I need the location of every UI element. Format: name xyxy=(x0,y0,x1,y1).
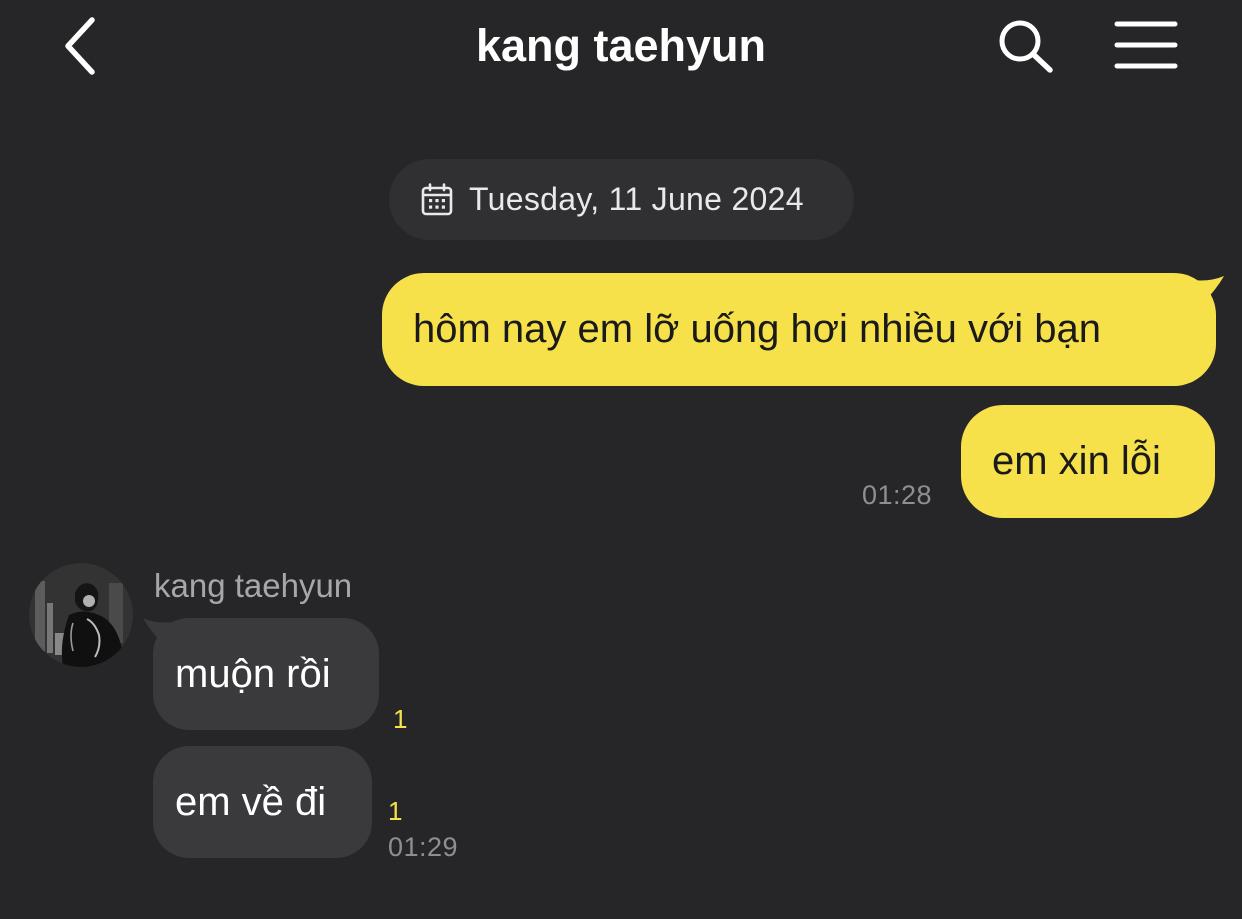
message-timestamp: 01:29 xyxy=(388,832,459,862)
outgoing-message[interactable]: em xin lỗi xyxy=(961,405,1215,518)
message-timestamp: 01:28 xyxy=(862,480,933,510)
sender-name: kang taehyun xyxy=(154,567,353,604)
incoming-message[interactable]: em về đi xyxy=(153,746,372,858)
outgoing-message[interactable]: hôm nay em lỡ uống hơi nhiều với bạn xyxy=(382,273,1216,386)
message-text: muộn rồi xyxy=(175,651,331,696)
search-button[interactable] xyxy=(994,16,1056,76)
menu-button[interactable] xyxy=(1110,16,1182,74)
chevron-left-icon xyxy=(65,17,95,75)
date-text: Tuesday, 11 June 2024 xyxy=(469,181,804,217)
unread-count: 1 xyxy=(393,704,408,734)
message-text: em xin lỗi xyxy=(992,439,1161,483)
date-divider: Tuesday, 11 June 2024 xyxy=(389,159,854,240)
profile-photo xyxy=(29,563,133,667)
incoming-message[interactable]: muộn rồi xyxy=(153,618,379,730)
hamburger-menu-icon xyxy=(1114,21,1178,69)
chat-header: kang taehyun xyxy=(0,0,1242,95)
message-text: em về đi xyxy=(175,779,327,824)
avatar[interactable] xyxy=(29,563,133,667)
chat-screen: kang taehyun Tuesday, 11 June 2024 hôm n… xyxy=(0,0,1242,919)
search-icon xyxy=(999,20,1053,73)
calendar-icon xyxy=(419,182,455,218)
back-button[interactable] xyxy=(52,14,108,78)
unread-count: 1 xyxy=(388,796,403,826)
message-text: hôm nay em lỡ uống hơi nhiều với bạn xyxy=(413,307,1101,351)
